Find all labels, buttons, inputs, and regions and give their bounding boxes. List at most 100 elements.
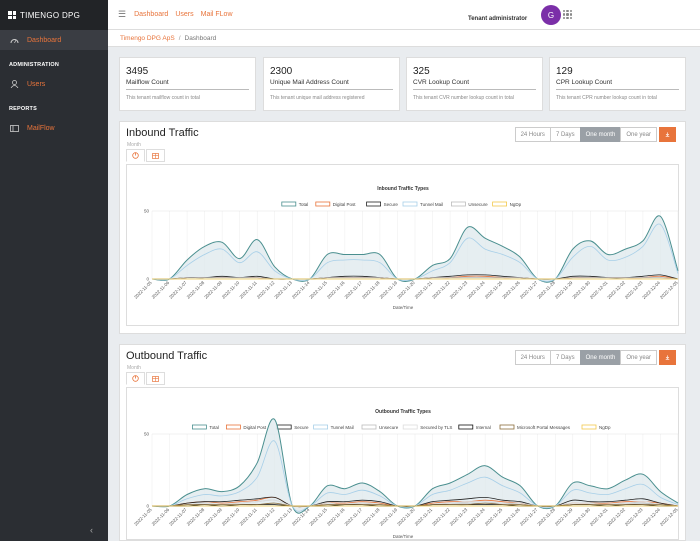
tab-table[interactable] [146,372,165,385]
legend-item[interactable]: Total [281,201,309,207]
legend-item[interactable]: Microsoft Portal Messages [499,424,571,430]
legend-swatch [361,424,377,430]
table-icon [152,375,159,382]
download-icon [665,132,670,137]
download-button[interactable] [659,350,676,365]
logo-icon [8,11,16,19]
table-icon [152,152,159,159]
legend-item[interactable]: Secure [366,201,399,207]
stat-description: This tenant unique mail address register… [270,95,365,101]
chart-title: Outbound Traffic Types [375,409,431,415]
y-tick-label: 50 [144,209,150,214]
legend-label: Digital Post [333,202,357,207]
report-icon [10,124,19,132]
range-year-button[interactable]: One year [620,127,657,142]
outbound-traffic-panel: Outbound Traffic Month 24 Hours 7 Days O… [119,344,686,541]
range-month-button[interactable]: One month [579,127,622,142]
legend-item[interactable]: Unsecure [361,424,399,430]
app-title: TIMENGO DPG [20,10,81,20]
x-tick-label: 2022-11-10 [221,280,241,300]
legend-label: Unsecure [468,202,488,207]
tenant-role: Tenant administrator [468,16,528,22]
section-admin: ADMINISTRATION [9,62,60,68]
hamburger-icon[interactable]: ☰ [118,9,126,20]
tab-chart[interactable] [126,149,145,162]
chart-icon [132,152,139,159]
legend-item[interactable]: Tunnel Mail [313,424,354,430]
chart-tabs [126,372,166,385]
download-icon [665,355,670,360]
legend-item[interactable]: Digital Post [226,424,267,430]
legend-item[interactable]: NgDp [492,201,522,207]
range-7d-button[interactable]: 7 Days [549,127,581,142]
stat-value: 129 [556,66,573,77]
x-tick-label: 2022-12-05 [659,280,679,300]
sidebar-item-label: MailFlow [27,124,55,132]
x-axis-label: Date/Time [393,305,414,310]
legend-swatch [366,201,382,207]
legend-swatch [450,201,466,207]
panel-title: Outbound Traffic [126,350,208,362]
download-button[interactable] [659,127,676,142]
stat-description: This tenant mailflow count in total [126,95,200,101]
legend-label: Internal [476,425,491,430]
legend-label: Tunnel Mail [420,202,443,207]
legend-item[interactable]: Secured by TLS [402,424,452,430]
user-icon [10,80,19,88]
breadcrumb-current: Dashboard [184,34,217,42]
range-24h-button[interactable]: 24 Hours [514,127,551,142]
legend-item[interactable]: Tunnel Mail [402,201,443,207]
legend-label: Secured by TLS [420,425,452,430]
legend-swatch [492,201,508,207]
x-axis-label: Date/Time [393,534,414,539]
section-reports: REPORTS [9,106,37,112]
legend-swatch [192,424,207,430]
sidebar-item-users[interactable]: Users [0,74,108,94]
topbar: ☰ Dashboard Users Mail FLow [108,0,700,30]
stat-value: 325 [413,66,430,77]
topnav-dashboard[interactable]: Dashboard [134,11,168,18]
legend-label: Secure [384,202,399,207]
inbound-traffic-panel: Inbound Traffic Month 24 Hours 7 Days On… [119,121,686,334]
legend-label: Digital Post [243,425,267,430]
apps-grid-icon[interactable] [563,10,572,19]
legend-item[interactable]: Total [192,424,219,430]
breadcrumb-org[interactable]: Timengo DPG ApS [120,35,175,42]
legend-item[interactable]: Unsecure [450,201,488,207]
x-tick-label: 2022-11-10 [221,507,241,527]
stat-card-mailflow: 3495 Mailflow Count This tenant mailflow… [119,57,256,111]
legend-item[interactable]: Digital Post [315,201,357,207]
topnav-mailflow[interactable]: Mail FLow [201,11,233,18]
legend-item[interactable]: Secure [276,424,309,430]
legend-label: Unsecure [379,425,399,430]
legend-item[interactable]: Internal [458,424,491,430]
range-24h-button[interactable]: 24 Hours [514,350,551,365]
stat-label: CVR Lookup Count [413,79,536,90]
sidebar-item-mailflow[interactable]: MailFlow [0,118,108,138]
legend-swatch [226,424,241,430]
chart-icon [132,375,139,382]
collapse-sidebar-button[interactable]: ‹ [90,525,93,535]
stat-description: This tenant CPR number lookup count in t… [556,95,657,101]
range-month-button[interactable]: One month [579,350,622,365]
panel-title: Inbound Traffic [126,127,199,139]
sidebar-item-dashboard[interactable]: Dashboard [0,30,108,50]
legend-label: Total [299,202,309,207]
outbound-chart-area: Outbound Traffic Types Date/Time Total Di… [126,387,679,540]
inbound-chart-area: Inbound Traffic Types Date/Time Total Dig… [126,164,679,326]
app-logo[interactable]: TIMENGO DPG [0,0,108,30]
range-7d-button[interactable]: 7 Days [549,350,581,365]
range-year-button[interactable]: One year [620,350,657,365]
panel-subtitle: Month [127,142,141,148]
avatar[interactable]: G [541,5,561,25]
topnav-users[interactable]: Users [175,11,193,18]
gauge-icon [10,38,19,43]
sidebar-item-label: Dashboard [27,36,62,44]
x-tick-label: 2022-12-05 [659,507,679,527]
legend-swatch [458,424,474,430]
tab-table[interactable] [146,149,165,162]
tab-chart[interactable] [126,372,145,385]
legend-label: NgDp [599,425,611,430]
range-selector: 24 Hours 7 Days One month One year [514,350,676,365]
legend-item[interactable]: NgDp [581,424,611,430]
